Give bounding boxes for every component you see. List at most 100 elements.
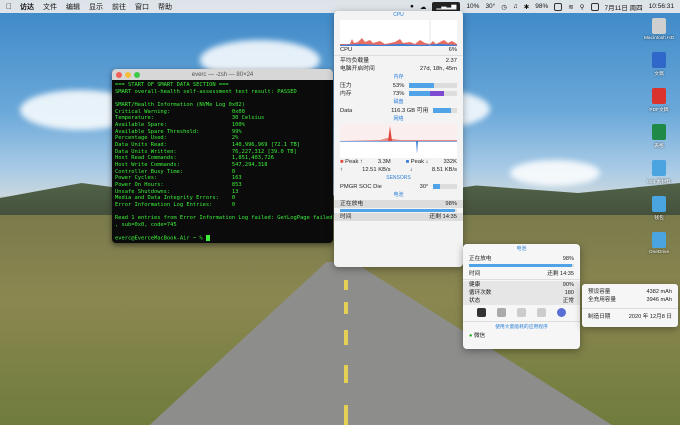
popup-time-row: 时间 还剩 14:35 <box>463 270 580 278</box>
disk-section-title: 磁盘 <box>393 99 404 105</box>
popup-state-value: 正常 <box>562 298 574 304</box>
design-capacity-value: 4382 mAh <box>646 289 673 295</box>
full-capacity-value: 3946 mAh <box>646 297 673 303</box>
folder-icon <box>652 232 666 248</box>
cpu-row: CPU 6% <box>334 46 463 54</box>
menu-view[interactable]: 显示 <box>89 2 103 12</box>
terminal-app-icon[interactable] <box>476 308 486 317</box>
network-graph <box>340 124 457 158</box>
search-icon[interactable]: ⚲ <box>580 3 585 11</box>
manufacture-date-value: 2020 年 12月8 日 <box>628 314 672 320</box>
cpu-percent[interactable]: 10% <box>466 3 479 10</box>
wifi-icon[interactable]: ≋ <box>568 3 573 11</box>
battery-status-value: 98% <box>445 201 457 207</box>
desktop-icon-onedrive[interactable]: OneDrive <box>636 232 680 255</box>
desktop-icon-label: OneDrive <box>648 250 670 255</box>
menu-edit[interactable]: 编辑 <box>66 2 80 12</box>
pressure-bar <box>409 82 435 88</box>
clock-status-icon[interactable]: ◷ <box>501 3 507 11</box>
desktop-icon-spreadsheet[interactable]: 表格 <box>636 124 680 149</box>
network-chart <box>340 124 457 158</box>
menu-help[interactable]: 帮助 <box>158 2 172 12</box>
app-menu-finder[interactable]: 访达 <box>20 2 34 12</box>
sensor-temperature[interactable]: 30° <box>485 3 495 10</box>
desktop-icon-macintosh-hd[interactable]: Macintosh HD <box>636 18 680 41</box>
document-app-icon[interactable] <box>516 308 526 317</box>
stats-graph-icon[interactable]: ▁▃▂▅ <box>432 1 461 12</box>
terminal-line: Power Cycles: 163 <box>115 175 242 182</box>
uptime-label: 电脑开启时间 <box>340 66 375 72</box>
terminal-cursor <box>205 235 210 242</box>
pen-app-icon[interactable] <box>496 308 506 317</box>
download-speed: 8.51 KB/s <box>431 167 457 173</box>
memory-value: 73% <box>392 91 405 97</box>
cpu-value: 6% <box>448 47 457 53</box>
popup-state-label: 状态 <box>469 298 481 304</box>
desktop-icon-doc[interactable]: 文稿 <box>636 52 680 77</box>
cloud-status-icon[interactable]: ☁ <box>420 3 427 11</box>
desktop-icon-label: 文稿 <box>654 72 664 77</box>
popup-cycles-value: 180 <box>564 290 574 296</box>
network-peak-row: ■ Peak ↑ 3.3M ■ Peak ↓ 332K <box>340 159 457 165</box>
control-center-icon[interactable] <box>590 2 599 11</box>
upload-speed: 12.51 KB/s <box>362 167 391 173</box>
pressure-row: 压力 53% <box>334 82 463 90</box>
battery-level-bar <box>340 209 455 212</box>
browser-app-icon[interactable] <box>557 308 567 317</box>
battery-status-label: 正在放电 <box>340 201 364 207</box>
design-capacity-row: 预设容量 4382 mAh <box>582 288 678 296</box>
terminal-line: Temperature: 30 Celsius <box>115 115 265 122</box>
popup-time-value: 还剩 14:35 <box>547 271 574 277</box>
battery-time-label: 时间 <box>340 214 352 220</box>
headphones-icon[interactable]: ♫ <box>513 3 518 10</box>
desktop-icon-label: PDF文稿 <box>649 108 669 113</box>
terminal-window[interactable]: everc — -zsh — 80×24 === START OF SMART … <box>112 69 333 243</box>
uptime-row: 电脑开启时间 27d, 18h, 45m <box>334 65 463 73</box>
terminal-line: Percentage Used: 2% <box>115 135 239 142</box>
time-label[interactable]: 10:56:31 <box>649 3 674 10</box>
date-label[interactable]: 7月11日 周四 <box>605 2 643 12</box>
excel-document-icon <box>652 124 666 140</box>
battery-icon[interactable] <box>554 2 563 11</box>
energy-app-wechat[interactable]: ● 微信 <box>463 332 580 340</box>
terminal-line: Power On Hours: 853 <box>115 181 242 188</box>
wechat-status-icon[interactable]: ● <box>410 3 414 10</box>
desktop-icon-label: 024 素材料 <box>647 180 671 185</box>
sensor-row: PMGR SOC Die 30° <box>334 183 463 191</box>
file-app-icon[interactable] <box>537 308 547 317</box>
wechat-label: 微信 <box>473 333 486 339</box>
memory-section-title: 内存 <box>393 74 404 80</box>
menu-file[interactable]: 文件 <box>43 2 57 12</box>
design-capacity-label: 预设容量 <box>588 289 611 295</box>
desktop-icon-folder-materials[interactable]: 024 素材料 <box>636 160 680 185</box>
popup-state-row: 状态 正常 <box>463 297 580 305</box>
load-row: 平均负载量 2.37 <box>334 57 463 65</box>
cpu-section-title: CPU <box>393 12 404 18</box>
desktop-icon-pdf[interactable]: PDF文稿 <box>636 88 680 113</box>
uptime-value: 27d, 18h, 45m <box>419 66 457 72</box>
full-capacity-label: 全充用容量 <box>588 297 616 303</box>
desktop-icon-label: Macintosh HD <box>643 36 675 41</box>
bluetooth-icon[interactable]: ✱ <box>524 3 529 11</box>
load-label: 平均负载量 <box>340 58 369 64</box>
desktop-icon-folder-wallet[interactable]: 钱包 <box>636 196 680 221</box>
popup-status-label: 正在放电 <box>469 256 492 262</box>
popup-icon-row <box>463 305 580 320</box>
wechat-icon: ● <box>469 333 473 339</box>
menu-window[interactable]: 窗口 <box>135 2 149 12</box>
battery-time-row: 时间 还剩 14:35 <box>334 213 463 221</box>
popup-health-label: 健康 <box>469 282 481 288</box>
terminal-line: Controller Busy Time: 0 <box>115 168 236 175</box>
terminal-output[interactable]: === START OF SMART DATA SECTION === SMART… <box>112 80 333 243</box>
popup-health-row: 健康 90% <box>463 281 580 289</box>
upload-arrow-icon: ↑ <box>340 167 343 173</box>
energy-apps-title: 使用大量能耗的应用程序 <box>495 325 548 330</box>
terminal-line: Unsafe Shutdowns: 13 <box>115 188 239 195</box>
sensor-label: PMGR SOC Die <box>340 184 382 190</box>
apple-menu-icon[interactable]:  <box>6 2 12 11</box>
battery-percent[interactable]: 98% <box>535 3 548 10</box>
menu-go[interactable]: 前往 <box>112 2 126 12</box>
terminal-titlebar[interactable]: everc — -zsh — 80×24 <box>112 69 333 80</box>
